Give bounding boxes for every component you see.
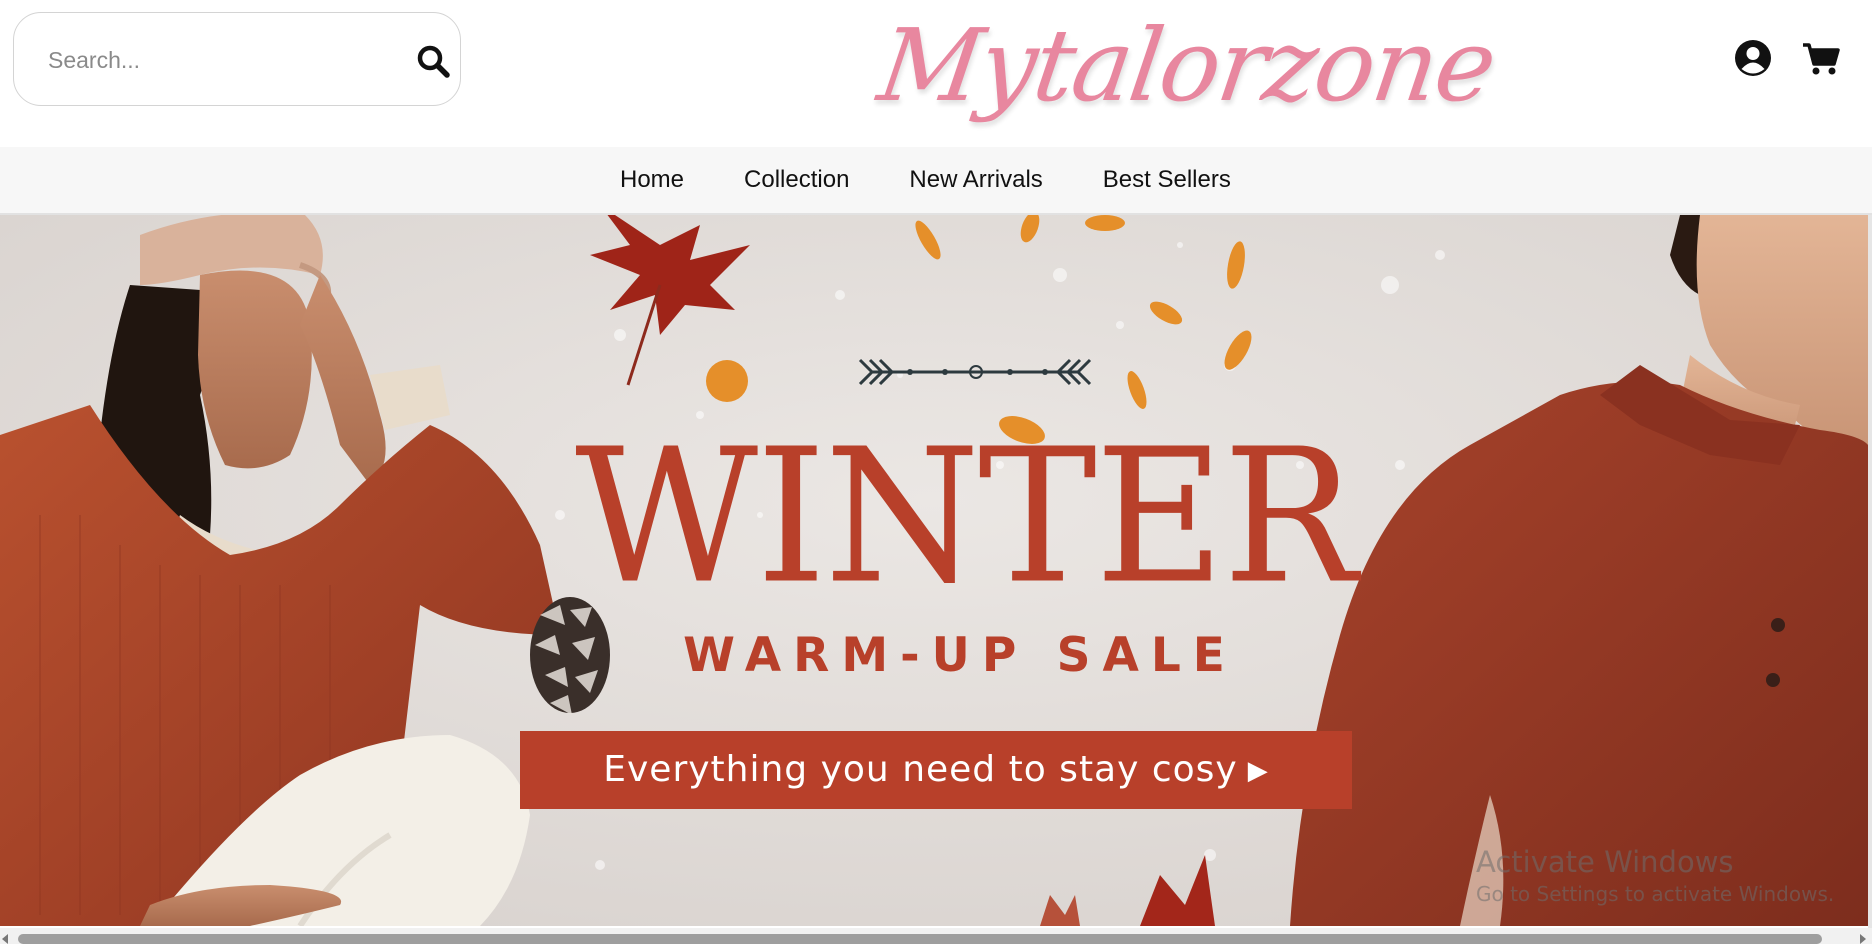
hero-title: WINTER [575,408,1357,625]
search-icon[interactable] [416,44,450,78]
main-nav: Home Collection New Arrivals Best Seller… [0,147,1872,215]
hero-cta-button[interactable]: Everything you need to stay cosy ▶ [520,731,1352,809]
user-circle-icon[interactable] [1734,39,1772,77]
play-arrow-icon: ▶ [1247,756,1269,786]
nav-item-home[interactable]: Home [620,166,684,194]
search-input[interactable] [46,39,390,81]
nav-list: Home Collection New Arrivals Best Seller… [620,147,1231,213]
hero-cta-text: Everything you need to stay cosy ▶ [520,731,1352,809]
scrollbar-thumb[interactable] [18,934,1822,944]
hero-banner[interactable]: WINTER WARM-UP SALE Everything you need … [0,215,1868,926]
nav-item-best-sellers[interactable]: Best Sellers [1103,166,1231,194]
search-box [13,12,461,106]
windows-activation-title: Activate Windows [1476,845,1734,879]
site-logo[interactable]: Mytalorzone [872,6,1502,126]
site-header: Mytalorzone [0,0,1872,147]
horizontal-scrollbar[interactable] [0,928,1872,944]
hero-subtitle: WARM-UP SALE [683,628,1237,683]
scroll-right-arrow-icon[interactable] [1860,934,1866,944]
nav-item-collection[interactable]: Collection [744,166,849,194]
vertical-scrollbar[interactable] [1868,215,1872,928]
shopping-cart-icon[interactable] [1802,42,1840,76]
windows-activation-subtitle: Go to Settings to activate Windows. [1476,882,1835,906]
scroll-left-arrow-icon[interactable] [2,934,8,944]
nav-item-new-arrivals[interactable]: New Arrivals [909,166,1042,194]
hero-cta-label: Everything you need to stay cosy [603,749,1238,790]
